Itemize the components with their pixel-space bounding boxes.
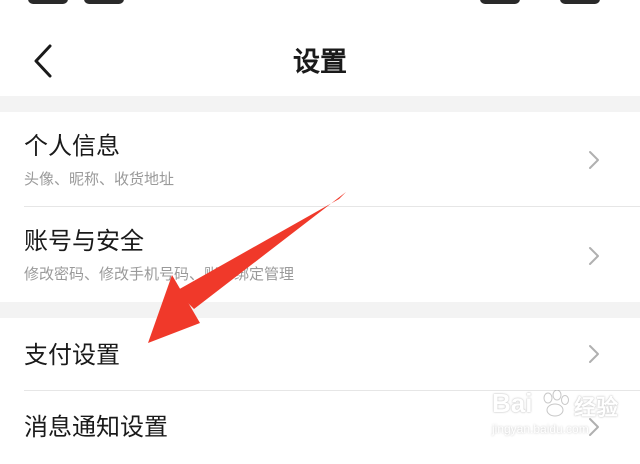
settings-item-title: 支付设置 (24, 341, 120, 369)
page-title: 设置 (293, 47, 347, 78)
settings-item-subtitle: 修改密码、修改手机号码、账号绑定管理 (24, 265, 295, 283)
settings-item-payment-settings[interactable]: 支付设置 (0, 318, 640, 390)
settings-item-title: 消息通知设置 (24, 413, 168, 441)
status-bar (0, 0, 640, 14)
status-bar-fragment (560, 0, 600, 4)
settings-item-account-security[interactable]: 账号与安全 修改密码、修改手机号码、账号绑定管理 (0, 207, 640, 302)
chevron-right-icon (589, 247, 599, 265)
settings-item-title: 个人信息 (24, 132, 120, 160)
settings-item-subtitle: 头像、昵称、收货地址 (24, 170, 175, 188)
settings-item-title: 账号与安全 (24, 227, 144, 255)
status-bar-fragment (84, 0, 124, 4)
chevron-right-icon (589, 151, 599, 169)
status-bar-fragment (480, 0, 520, 4)
navigation-bar: 设置 (0, 14, 640, 96)
settings-group-profile: 个人信息 头像、昵称、收货地址 账号与安全 修改密码、修改手机号码、账号绑定管理 (0, 112, 640, 302)
chevron-right-icon (589, 418, 599, 436)
settings-item-personal-info[interactable]: 个人信息 头像、昵称、收货地址 (0, 112, 640, 206)
chevron-right-icon (589, 345, 599, 363)
status-bar-fragment (28, 0, 68, 4)
settings-group-preferences: 支付设置 消息通知设置 (0, 318, 640, 464)
settings-item-notification-settings[interactable]: 消息通知设置 (0, 391, 640, 464)
